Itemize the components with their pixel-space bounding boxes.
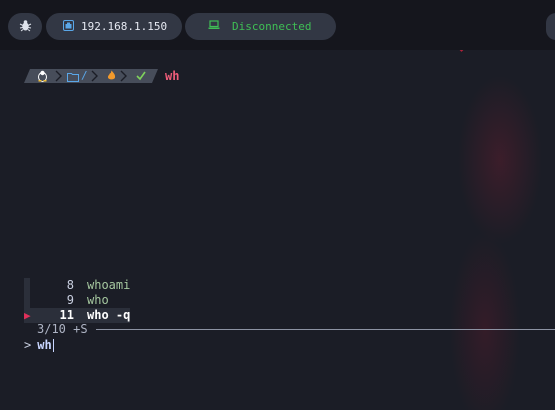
history-number: 11 <box>59 308 74 322</box>
shell-prompt: / wh <box>24 69 179 85</box>
ip-address-label: 192.168.1.150 <box>81 20 168 33</box>
history-command: who -q <box>87 308 131 322</box>
input-prompt-symbol: > <box>24 338 32 352</box>
search-input[interactable]: > wh <box>24 338 54 352</box>
history-command: who <box>87 293 109 307</box>
bug-icon <box>19 19 32 35</box>
history-number: 8 <box>66 278 74 292</box>
network-icon <box>63 19 74 34</box>
history-row-selected[interactable]: ▶ 11 who -q <box>24 308 555 323</box>
laptop-icon <box>208 20 220 33</box>
search-query: wh <box>37 338 52 352</box>
history-command: whoami <box>87 278 131 292</box>
wallpaper-decoration <box>405 40 555 410</box>
connection-status-label: Disconnected <box>232 20 312 33</box>
history-row[interactable]: 9 who <box>24 293 555 308</box>
check-icon <box>136 70 146 84</box>
linux-icon <box>37 70 48 85</box>
overflow-pill[interactable] <box>546 13 555 40</box>
match-count: 3/10 +S <box>37 322 88 336</box>
folder-icon <box>67 71 79 85</box>
prompt-typed-command: wh <box>165 69 180 83</box>
separator-rule <box>95 328 555 330</box>
top-bar: 192.168.1.150 Disconnected <box>0 0 555 50</box>
folder-path: / <box>81 69 88 82</box>
match-info-line: 3/10 +S <box>24 322 555 336</box>
history-number: 9 <box>66 293 74 307</box>
history-list: 8 whoami 9 who ▶ 11 who -q <box>24 278 555 323</box>
text-cursor <box>52 338 54 352</box>
history-row[interactable]: 8 whoami <box>24 278 555 293</box>
connection-status-pill[interactable]: Disconnected <box>185 13 336 40</box>
bug-button[interactable] <box>8 13 42 40</box>
flame-icon <box>107 70 116 84</box>
ip-address-pill[interactable]: 192.168.1.150 <box>46 13 182 40</box>
